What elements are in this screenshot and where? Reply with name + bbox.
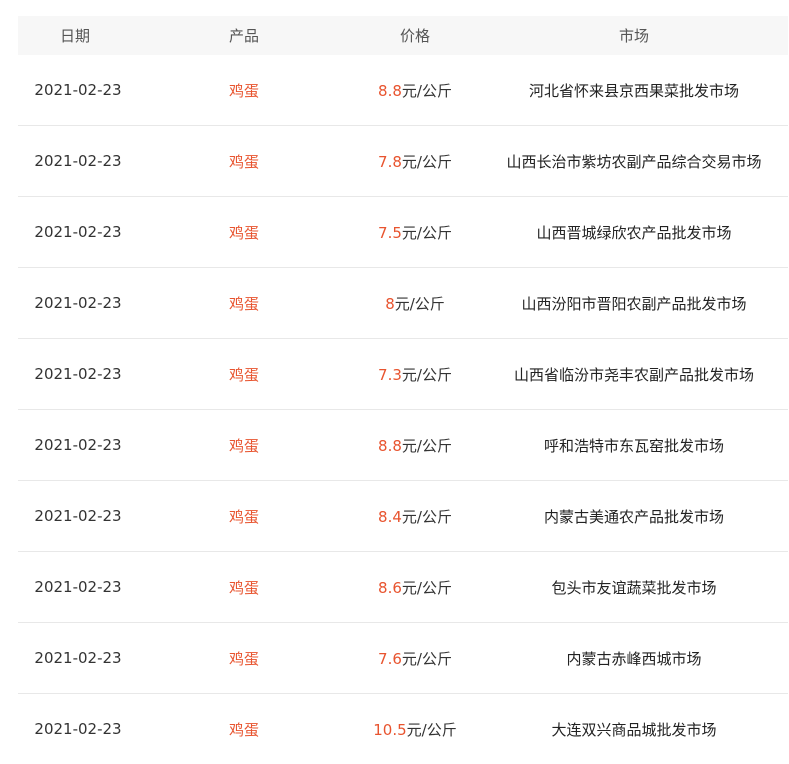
header-market: 市场 — [618, 27, 649, 45]
row-price: 8元/公斤 — [350, 293, 480, 314]
row-product-link[interactable]: 鸡蛋 — [138, 719, 350, 740]
row-price: 7.3元/公斤 — [350, 364, 480, 385]
price-value: 8 — [385, 294, 395, 313]
price-unit: 元/公斤 — [401, 365, 452, 384]
table-row: 2021-02-23 鸡蛋 7.5元/公斤 山西晋城绿欣农产品批发市场 — [18, 197, 788, 268]
row-product-link[interactable]: 鸡蛋 — [138, 648, 350, 669]
price-value: 8.8 — [378, 81, 402, 100]
table-row: 2021-02-23 鸡蛋 7.3元/公斤 山西省临汾市尧丰农副产品批发市场 — [18, 339, 788, 410]
header-product: 产品 — [228, 27, 259, 45]
price-unit: 元/公斤 — [401, 81, 452, 100]
row-market: 山西汾阳市晋阳农副产品批发市场 — [521, 294, 747, 313]
price-unit: 元/公斤 — [401, 152, 452, 171]
row-price: 8.8元/公斤 — [350, 435, 480, 456]
row-product-link[interactable]: 鸡蛋 — [138, 293, 350, 314]
row-product-link[interactable]: 鸡蛋 — [138, 435, 350, 456]
row-date: 2021-02-23 — [34, 649, 122, 667]
row-market: 包头市友谊蔬菜批发市场 — [551, 578, 717, 597]
row-product-link[interactable]: 鸡蛋 — [138, 151, 350, 172]
table-row: 2021-02-23 鸡蛋 7.6元/公斤 内蒙古赤峰西城市场 — [18, 623, 788, 694]
price-value: 8.8 — [378, 436, 402, 455]
price-table: 日期 产品 价格 市场 2021-02-23 鸡蛋 8.8元/公斤 河北省怀来县京西果… — [18, 16, 788, 764]
row-price: 7.8元/公斤 — [350, 151, 480, 172]
table-row: 2021-02-23 鸡蛋 10.5元/公斤 大连双兴商品城批发市场 — [18, 694, 788, 764]
row-price: 8.6元/公斤 — [350, 577, 480, 598]
price-value: 7.3 — [378, 365, 402, 384]
row-product-link[interactable]: 鸡蛋 — [138, 364, 350, 385]
row-price: 7.6元/公斤 — [350, 648, 480, 669]
row-market: 内蒙古美通农产品批发市场 — [543, 507, 724, 526]
row-date: 2021-02-23 — [34, 436, 122, 454]
row-price: 8.8元/公斤 — [350, 80, 480, 101]
row-product-link[interactable]: 鸡蛋 — [138, 577, 350, 598]
row-product-link[interactable]: 鸡蛋 — [138, 506, 350, 527]
row-date: 2021-02-23 — [34, 81, 122, 99]
row-date: 2021-02-23 — [34, 507, 122, 525]
price-unit: 元/公斤 — [401, 436, 452, 455]
row-date: 2021-02-23 — [34, 294, 122, 312]
table-row: 2021-02-23 鸡蛋 8.4元/公斤 内蒙古美通农产品批发市场 — [18, 481, 788, 552]
price-value: 8.6 — [378, 578, 402, 597]
row-market: 山西省临汾市尧丰农副产品批发市场 — [513, 365, 754, 384]
row-price: 7.5元/公斤 — [350, 222, 480, 243]
table-header: 日期 产品 价格 市场 — [18, 16, 788, 55]
row-market: 内蒙古赤峰西城市场 — [566, 649, 702, 668]
price-value: 7.6 — [378, 649, 402, 668]
table-row: 2021-02-23 鸡蛋 7.8元/公斤 山西长治市紫坊农副产品综合交易市场 — [18, 126, 788, 197]
row-market: 大连双兴商品城批发市场 — [551, 720, 717, 739]
table-row: 2021-02-23 鸡蛋 8元/公斤 山西汾阳市晋阳农副产品批发市场 — [18, 268, 788, 339]
price-unit: 元/公斤 — [401, 223, 452, 242]
row-product-link[interactable]: 鸡蛋 — [138, 222, 350, 243]
price-unit: 元/公斤 — [394, 294, 445, 313]
row-date: 2021-02-23 — [34, 152, 122, 170]
row-price: 8.4元/公斤 — [350, 506, 480, 527]
price-unit: 元/公斤 — [401, 578, 452, 597]
row-market: 山西长治市紫坊农副产品综合交易市场 — [506, 152, 762, 171]
header-date: 日期 — [60, 27, 91, 45]
table-row: 2021-02-23 鸡蛋 8.8元/公斤 河北省怀来县京西果菜批发市场 — [18, 55, 788, 126]
row-market: 呼和浩特市东瓦窑批发市场 — [543, 436, 724, 455]
row-market: 河北省怀来县京西果菜批发市场 — [528, 81, 739, 100]
price-unit: 元/公斤 — [401, 649, 452, 668]
row-date: 2021-02-23 — [34, 578, 122, 596]
row-market: 山西晋城绿欣农产品批发市场 — [536, 223, 732, 242]
table-row: 2021-02-23 鸡蛋 8.8元/公斤 呼和浩特市东瓦窑批发市场 — [18, 410, 788, 481]
row-date: 2021-02-23 — [34, 223, 122, 241]
price-value: 8.4 — [378, 507, 402, 526]
row-product-link[interactable]: 鸡蛋 — [138, 80, 350, 101]
table-row: 2021-02-23 鸡蛋 8.6元/公斤 包头市友谊蔬菜批发市场 — [18, 552, 788, 623]
header-price: 价格 — [399, 27, 430, 45]
table-body: 2021-02-23 鸡蛋 8.8元/公斤 河北省怀来县京西果菜批发市场 2021-02… — [18, 55, 788, 764]
price-value: 7.5 — [378, 223, 402, 242]
price-value: 7.8 — [378, 152, 402, 171]
price-unit: 元/公斤 — [406, 720, 457, 739]
price-value: 10.5 — [373, 720, 407, 739]
price-unit: 元/公斤 — [401, 507, 452, 526]
row-price: 10.5元/公斤 — [350, 719, 480, 740]
row-date: 2021-02-23 — [34, 720, 122, 738]
row-date: 2021-02-23 — [34, 365, 122, 383]
